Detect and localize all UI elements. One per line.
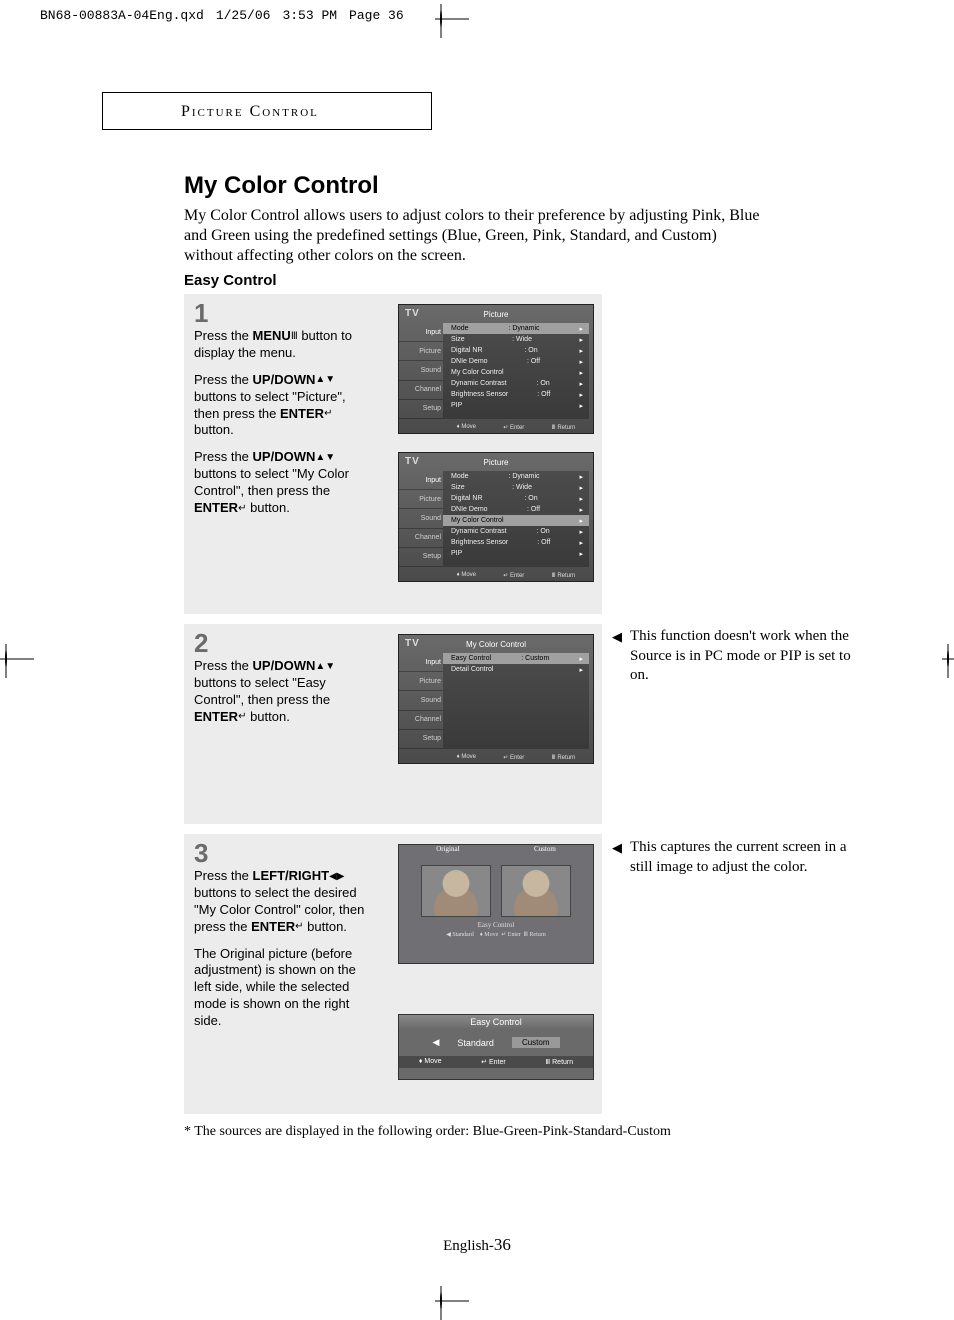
osd-easy-control-label: Easy Control — [399, 921, 593, 931]
step-2-block: 2 Press the UP/DOWN▲▼ buttons to select … — [184, 624, 602, 824]
registration-mark-bottom — [440, 1292, 442, 1310]
registration-mark-top — [440, 10, 442, 28]
osd-title: My Color Control — [399, 640, 593, 649]
osd-row: Size: Wide▸ — [443, 482, 589, 493]
print-time: 3:53 PM — [282, 8, 337, 23]
osd-row: DNIe Demo: Off▸ — [443, 356, 589, 367]
registration-mark-left — [5, 650, 7, 668]
osd-row: DNIe Demo: Off▸ — [443, 504, 589, 515]
menu-icon: Ⅲ — [291, 332, 298, 342]
step-1-text: Press the MENUⅢ button to display the me… — [194, 328, 374, 517]
osd-easy-control-title: Easy Control — [399, 1015, 593, 1029]
footnote: * The sources are displayed in the follo… — [184, 1124, 671, 1140]
osd-option-standard: Standard — [457, 1038, 494, 1048]
osd-row: Dynamic Contrast: On▸ — [443, 526, 589, 537]
section-heading: Picture Control — [181, 103, 319, 120]
osd-footer: ♦ Move ↵ Enter Ⅲ Return — [443, 424, 589, 431]
print-header: BN68-00883A-04Eng.qxd 1/25/06 3:53 PM Pa… — [40, 8, 404, 23]
enter-icon: ↵ — [295, 922, 303, 932]
updown-icon: ▲▼ — [315, 453, 335, 463]
osd-row: Mode: Dynamic▸ — [443, 323, 589, 334]
osd-row: Brightness Sensor: Off▸ — [443, 389, 589, 400]
section-heading-box: Picture Control — [102, 92, 432, 130]
osd-title: Picture — [399, 458, 593, 467]
osd-row: Digital NR: On▸ — [443, 345, 589, 356]
osd-side-setup: Setup — [399, 400, 443, 419]
osd-row: My Color Control▸ — [443, 515, 589, 526]
triangle-left-icon: ◀ — [612, 840, 622, 857]
updown-icon: ▲▼ — [315, 662, 335, 672]
page-number: English-36 — [0, 1235, 954, 1255]
registration-mark-right — [947, 650, 949, 668]
osd-row: Mode: Dynamic▸ — [443, 471, 589, 482]
print-page: Page 36 — [349, 8, 404, 23]
step-2-text: Press the UP/DOWN▲▼ buttons to select "E… — [194, 658, 374, 726]
osd-row: PIP▸ — [443, 548, 589, 559]
page-title: My Color Control — [184, 172, 379, 200]
triangle-left-icon: ◀ — [612, 629, 622, 646]
osd-screenshot-mcc-highlight: TV Picture Input Picture Sound Channel S… — [398, 452, 594, 582]
osd-footer: ♦ Move ↵ Enter Ⅲ Return — [443, 572, 589, 579]
osd-side-picture: Picture — [399, 342, 443, 361]
step-3-text: Press the LEFT/RIGHT◀▶ buttons to select… — [194, 868, 374, 1030]
osd-row: Size: Wide▸ — [443, 334, 589, 345]
osd-screenshot-mcc-menu: TV My Color Control Input Picture Sound … — [398, 634, 594, 764]
osd-row: Brightness Sensor: Off▸ — [443, 537, 589, 548]
step-3-block: 3 Press the LEFT/RIGHT◀▶ buttons to sele… — [184, 834, 602, 1114]
intro-paragraph: My Color Control allows users to adjust … — [184, 206, 764, 266]
print-file: BN68-00883A-04Eng.qxd — [40, 8, 204, 23]
compare-custom-image — [501, 865, 571, 917]
compare-original-image — [421, 865, 491, 917]
osd-row: Easy Control: Custom▸ — [443, 653, 589, 664]
osd-side-input: Input — [399, 323, 443, 342]
osd-footer: ♦ Move ↵ Enter Ⅲ Return — [443, 754, 589, 761]
osd-screenshot-compare: OriginalCustom Easy Control ◀ Standard ♦… — [398, 844, 594, 964]
arrow-left-icon: ◀ — [432, 1037, 439, 1048]
osd-row: Detail Control▸ — [443, 664, 589, 675]
osd-screenshot-picture-mode: TV Picture Input Picture Sound Channel S… — [398, 304, 594, 434]
osd-screenshot-easy-control-bar: Easy Control ◀ Standard Custom ♦ Move ↵ … — [398, 1014, 594, 1080]
osd-footer: ♦ Move ↵ Enter Ⅲ Return — [399, 1056, 593, 1068]
print-date: 1/25/06 — [216, 8, 271, 23]
osd-option-custom: Custom — [512, 1037, 560, 1048]
enter-icon: ↵ — [324, 409, 332, 419]
side-note-3: ◀ This captures the current screen in a … — [614, 838, 854, 877]
step-1-block: 1 Press the MENUⅢ button to display the … — [184, 294, 602, 614]
osd-title: Picture — [399, 310, 593, 319]
osd-side-sound: Sound — [399, 361, 443, 380]
updown-icon: ▲▼ — [315, 375, 335, 385]
side-note-1: ◀ This function doesn't work when the So… — [614, 627, 854, 686]
leftright-icon: ◀▶ — [329, 872, 344, 882]
osd-row: Digital NR: On▸ — [443, 493, 589, 504]
osd-row: PIP▸ — [443, 400, 589, 411]
osd-side-channel: Channel — [399, 381, 443, 400]
osd-row: Dynamic Contrast: On▸ — [443, 378, 589, 389]
osd-row: My Color Control▸ — [443, 367, 589, 378]
sub-heading: Easy Control — [184, 272, 277, 289]
